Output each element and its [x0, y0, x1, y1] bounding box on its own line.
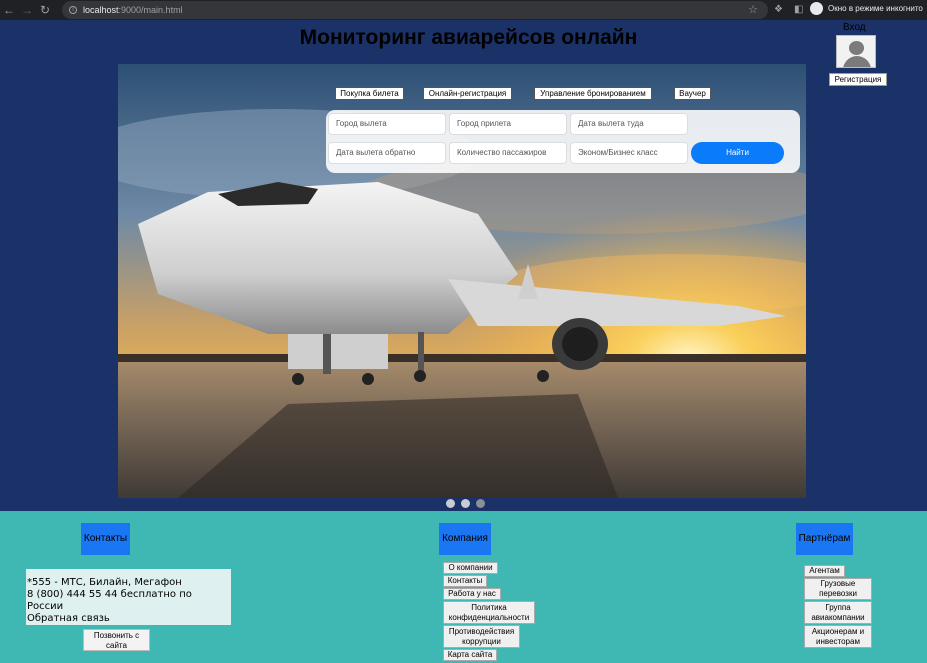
departure-city-input[interactable]: Город вылета — [328, 113, 446, 135]
company-heading: Компания — [439, 523, 491, 555]
tab-online-checkin[interactable]: Онлайн-регистрация — [423, 87, 512, 100]
url-path: :9000/main.html — [118, 5, 183, 15]
company-link-anticorruption[interactable]: Противодействия коррупции — [443, 625, 520, 648]
avatar-body — [843, 56, 871, 67]
passengers-input[interactable]: Количество пассажиров — [449, 142, 567, 164]
contact-info-box: *555 - МТС, Билайн, Мегафон 8 (800) 444 … — [26, 569, 231, 625]
call-from-site-button[interactable]: Позвонить с сайта — [83, 629, 150, 651]
url-host: localhost — [83, 5, 119, 15]
tab-manage-booking[interactable]: Управление бронированием — [534, 87, 652, 100]
address-bar[interactable]: i localhost:9000/main.html ☆ — [62, 1, 768, 19]
tab-buy-ticket[interactable]: Покупка билета — [335, 87, 404, 100]
partners-heading: Партнёрам — [796, 523, 853, 555]
extensions-icon[interactable]: ❖ — [774, 0, 783, 20]
company-link-sitemap[interactable]: Карта сайта — [443, 649, 497, 661]
footer: Контакты *555 - МТС, Билайн, Мегафон 8 (… — [0, 511, 927, 663]
login-label[interactable]: Вход — [843, 22, 866, 33]
partners-link-investors[interactable]: Акционерам и инвесторам — [804, 625, 872, 648]
carousel-dot-1[interactable] — [446, 499, 455, 508]
contact-line-hotline: 8 (800) 444 55 44 бесплатно по России — [27, 589, 192, 612]
company-link-contacts[interactable]: Контакты — [443, 575, 487, 587]
company-link-privacy[interactable]: Политика конфиденциальности — [443, 601, 535, 624]
incognito-label: Окно в режиме инкогнито — [828, 4, 923, 13]
carousel-dot-3[interactable] — [476, 499, 485, 508]
tab-voucher[interactable]: Ваучер — [674, 87, 711, 100]
forward-arrow-icon[interactable]: → — [18, 0, 36, 20]
user-avatar-icon[interactable] — [836, 35, 876, 68]
find-button[interactable]: Найти — [691, 142, 784, 164]
avatar-head — [849, 41, 864, 55]
incognito-icon — [810, 2, 823, 15]
bookmark-star-icon[interactable]: ☆ — [748, 3, 758, 16]
contact-line-short-number: *555 - МТС, Билайн, Мегафон — [27, 577, 182, 588]
page-title: Мониторинг авиарейсов онлайн — [299, 26, 638, 49]
partners-link-cargo[interactable]: Грузовые перевозки — [804, 578, 872, 600]
browser-toolbar: ← → ↻ i localhost:9000/main.html ☆ ❖ ◧ О… — [0, 0, 927, 20]
departure-date-input[interactable]: Дата вылета туда — [570, 113, 688, 135]
arrival-city-input[interactable]: Город прилета — [449, 113, 567, 135]
url-text: localhost:9000/main.html — [83, 5, 183, 15]
carousel-indicators — [446, 499, 485, 508]
partners-link-agents[interactable]: Агентам — [804, 565, 845, 577]
flight-search-panel: Город вылета Город прилета Дата вылета т… — [326, 110, 800, 173]
company-link-about[interactable]: О компании — [443, 562, 498, 574]
side-panel-icon[interactable]: ◧ — [794, 0, 803, 20]
company-link-careers[interactable]: Работа у нас — [443, 588, 501, 600]
carousel-dot-2[interactable] — [461, 499, 470, 508]
incognito-indicator[interactable]: Окно в режиме инкогнито — [810, 2, 923, 15]
partners-link-airline-group[interactable]: Группа авиакомпании — [804, 601, 872, 624]
register-button[interactable]: Регистрация — [829, 73, 887, 86]
return-date-input[interactable]: Дата вылета обратно — [328, 142, 446, 164]
class-select[interactable]: Эконом/Бизнес класс — [570, 142, 688, 164]
site-info-icon[interactable]: i — [69, 6, 77, 14]
back-arrow-icon[interactable]: ← — [0, 0, 18, 20]
contact-line-feedback[interactable]: Обратная связь — [27, 613, 231, 625]
reload-icon[interactable]: ↻ — [36, 0, 54, 20]
contacts-heading: Контакты — [81, 523, 130, 555]
